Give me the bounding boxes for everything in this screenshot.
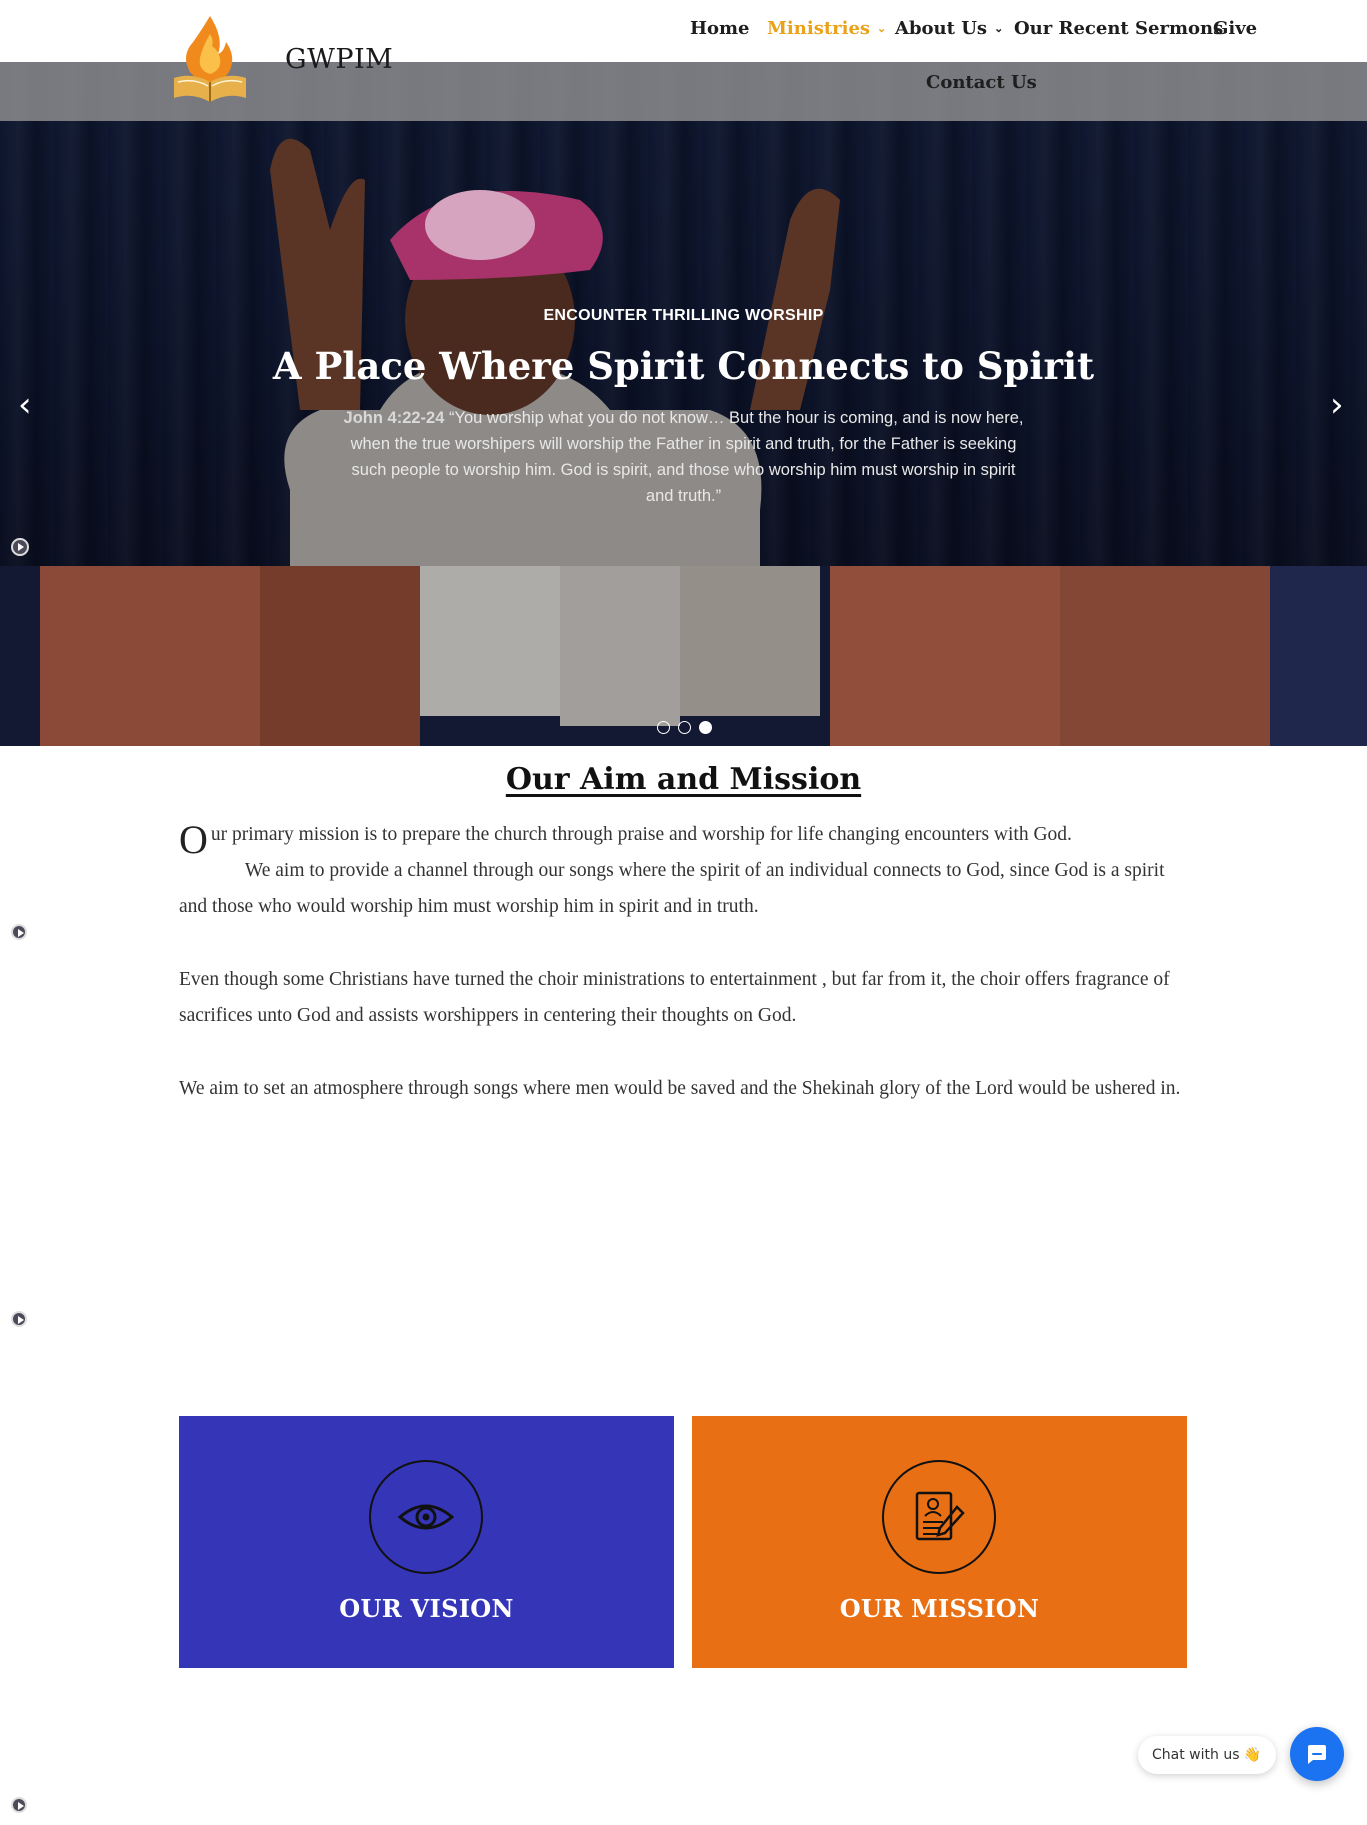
slider-dot-1[interactable] [657, 721, 670, 734]
brand-name[interactable]: GWPIM [285, 44, 393, 75]
slider-dot-2[interactable] [678, 721, 691, 734]
chevron-left-icon: ‹ [18, 385, 32, 425]
paragraph-text: ur primary mission is to prepare the chu… [210, 824, 1072, 845]
nav-label: Give [1213, 18, 1258, 39]
vision-card[interactable]: OUR VISION [179, 1416, 674, 1668]
flame-bible-logo-icon[interactable] [168, 12, 252, 106]
section-heading: Our Aim and Mission [505, 762, 862, 797]
nav-contact-us[interactable]: Contact Us [926, 72, 1037, 93]
hero-title: A Place Where Spirit Connects to Spirit [272, 344, 1095, 388]
nav-give[interactable]: Give [1213, 18, 1257, 39]
hero-scripture: John 4:22-24 “You worship what you do no… [340, 405, 1027, 509]
hero-subtitle: ENCOUNTER THRILLING WORSHIP [543, 307, 824, 324]
slider-pagination [657, 721, 712, 734]
nav-recent-sermons[interactable]: Our Recent Sermons [1014, 18, 1223, 39]
eye-icon [398, 1504, 454, 1530]
nav-label: Our Recent Sermons [1014, 18, 1224, 39]
chat-launcher-button[interactable] [1290, 1727, 1344, 1781]
drop-cap: O [179, 817, 208, 862]
vision-icon-circle [369, 1460, 483, 1574]
media-play-icon[interactable] [11, 538, 29, 556]
slider-dot-3[interactable] [699, 721, 712, 734]
nav-home[interactable]: Home [690, 18, 750, 39]
media-play-icon[interactable] [11, 1311, 27, 1327]
nav-label: Contact Us [926, 72, 1037, 93]
nav-label: About Us [895, 18, 988, 39]
mission-paragraph-3: We aim to set an atmosphere through song… [179, 1078, 1181, 1099]
waving-hand-icon: 👋 [1243, 1747, 1261, 1763]
hero-choir-image [0, 566, 1367, 746]
document-pen-icon [915, 1491, 965, 1541]
nav-label: Home [690, 18, 750, 39]
slider-next-button[interactable]: › [1330, 388, 1344, 422]
nav-ministries[interactable]: Ministries ⌄ [767, 18, 886, 39]
site-header: GWPIM Home Ministries ⌄ About Us ⌄ Our Rec… [0, 0, 1367, 121]
scripture-text: “You worship what you do not know… But t… [350, 409, 1024, 505]
slider-prev-button[interactable]: ‹ [18, 388, 32, 422]
chevron-down-icon: ⌄ [994, 22, 1004, 35]
mission-paragraph-1: Our primary mission is to prepare the ch… [179, 817, 1189, 925]
chevron-right-icon: › [1330, 385, 1344, 425]
chat-label: Chat with us [1152, 1747, 1240, 1763]
mission-icon-circle [882, 1460, 996, 1574]
media-play-icon[interactable] [11, 1797, 27, 1813]
chat-with-us-bubble[interactable]: Chat with us 👋 [1138, 1736, 1276, 1774]
chat-icon [1308, 1745, 1326, 1764]
paragraph-text: We aim to provide a channel through our … [179, 860, 1165, 917]
mission-label: OUR MISSION [839, 1594, 1040, 1623]
mission-card[interactable]: OUR MISSION [692, 1416, 1187, 1668]
mission-paragraph-2: Even though some Christians have turned … [179, 969, 1170, 1026]
media-play-icon[interactable] [11, 924, 27, 940]
chevron-down-icon: ⌄ [877, 22, 887, 35]
vision-label: OUR VISION [339, 1594, 514, 1623]
scripture-reference: John 4:22-24 [343, 409, 445, 427]
nav-about-us[interactable]: About Us ⌄ [895, 18, 1003, 39]
nav-label: Ministries [767, 18, 871, 39]
